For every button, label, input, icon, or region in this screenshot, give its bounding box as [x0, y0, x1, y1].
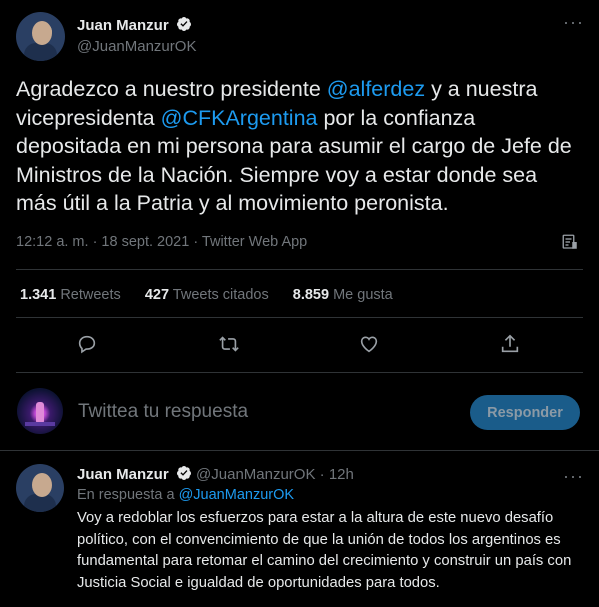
- author-name[interactable]: Juan Manzur: [77, 17, 169, 34]
- reply-author-avatar[interactable]: [16, 464, 64, 512]
- more-options-icon[interactable]: ···: [563, 12, 584, 33]
- mention-link[interactable]: @alferdez: [327, 77, 425, 101]
- reply-icon[interactable]: [76, 333, 98, 355]
- reply-author-name[interactable]: Juan Manzur: [77, 466, 169, 483]
- divider: [16, 269, 583, 270]
- divider: [16, 317, 583, 318]
- more-options-icon[interactable]: ···: [563, 466, 584, 487]
- tweet-stats: 1.341 Retweets 427 Tweets citados 8.859 …: [20, 287, 413, 303]
- retweet-icon[interactable]: [218, 333, 240, 355]
- reply-text: Voy a redoblar los esfuerzos para estar …: [77, 510, 572, 591]
- mention-link[interactable]: @CFKArgentina: [161, 106, 318, 130]
- divider: [0, 450, 599, 451]
- likes-stat[interactable]: 8.859 Me gusta: [293, 287, 393, 303]
- user-avatar[interactable]: [17, 388, 63, 434]
- tweet-meta[interactable]: 12:12 a. m. · 18 sept. 2021 · Twitter We…: [16, 234, 307, 250]
- reply-input[interactable]: Twittea tu respuesta: [78, 401, 248, 423]
- author-avatar[interactable]: [16, 12, 65, 61]
- tweet-actions: [0, 333, 599, 357]
- mention-link[interactable]: @JuanManzurOK: [179, 487, 294, 503]
- quotes-stat[interactable]: 427 Tweets citados: [145, 287, 269, 303]
- heart-icon[interactable]: [358, 333, 380, 355]
- tweet-text: Agradezco a nuestro presidente @alferdez…: [16, 77, 572, 215]
- reply-header: Juan Manzur @JuanManzurOK · 12h: [77, 465, 587, 483]
- reply-button[interactable]: Responder: [470, 395, 580, 430]
- reply-time[interactable]: · 12h: [320, 466, 354, 483]
- author-name-row: Juan Manzur: [77, 16, 192, 35]
- reply-author-handle[interactable]: @JuanManzurOK: [196, 466, 315, 483]
- divider: [16, 372, 583, 373]
- retweets-stat[interactable]: 1.341 Retweets: [20, 287, 121, 303]
- analytics-icon[interactable]: [561, 233, 579, 251]
- verified-badge-icon: [176, 466, 191, 480]
- reply-tweet[interactable]: Juan Manzur @JuanManzurOK · 12h En respu…: [77, 465, 587, 594]
- author-handle[interactable]: @JuanManzurOK: [77, 38, 196, 55]
- in-reply-to: En respuesta a @JuanManzurOK: [77, 487, 295, 503]
- share-icon[interactable]: [499, 333, 521, 355]
- verified-badge-icon: [177, 17, 192, 31]
